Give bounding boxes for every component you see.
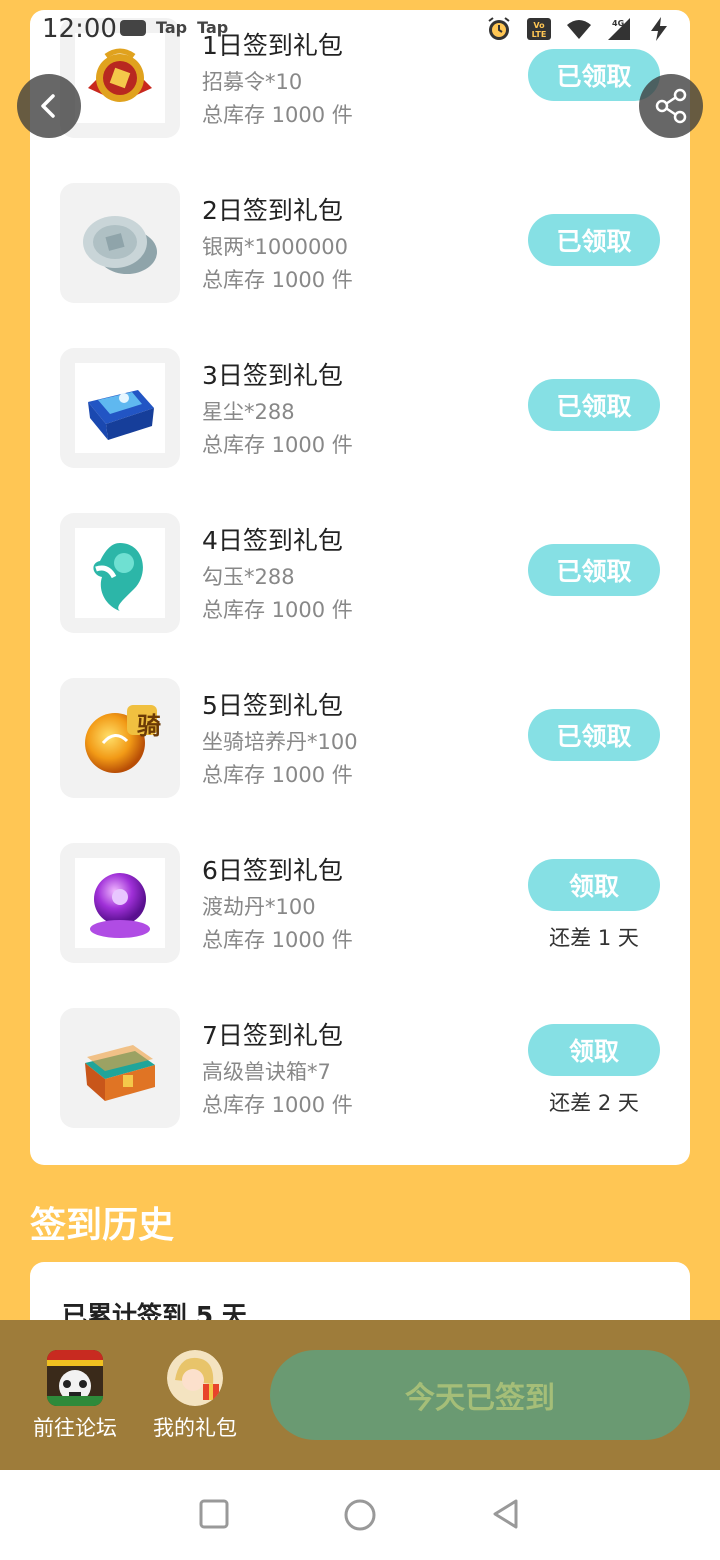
claimed-button[interactable]: 已领取 xyxy=(528,709,660,761)
gift-row: 4日签到礼包 勾玉*288 总库存 1000 件 已领取 xyxy=(30,488,690,653)
signed-in-button[interactable]: 今天已签到 xyxy=(270,1350,690,1440)
recent-apps-icon[interactable] xyxy=(198,1498,230,1530)
gift-row: 3日签到礼包 星尘*288 总库存 1000 件 已领取 xyxy=(30,323,690,488)
gift-stock: 总库存 1000 件 xyxy=(202,928,353,952)
claim-button[interactable]: 领取 xyxy=(528,859,660,911)
gift-stock: 总库存 1000 件 xyxy=(202,103,353,127)
gift-thumb xyxy=(60,843,180,963)
days-remaining: 还差 2 天 xyxy=(549,1091,639,1115)
mount-badge: 骑 xyxy=(137,712,161,740)
claim-button[interactable]: 领取 xyxy=(528,1024,660,1076)
chevron-left-icon xyxy=(41,94,55,118)
gift-title: 2日签到礼包 xyxy=(202,196,343,225)
gift-stock: 总库存 1000 件 xyxy=(202,598,353,622)
my-gifts-label: 我的礼包 xyxy=(153,1416,237,1440)
share-button[interactable] xyxy=(639,74,703,138)
gift-desc: 银两*1000000 xyxy=(202,235,349,259)
taptap-label-1: Tap xyxy=(156,18,188,37)
gift-desc: 招募令*10 xyxy=(202,70,303,94)
charging-icon xyxy=(651,17,667,41)
gift-title: 4日签到礼包 xyxy=(202,526,343,555)
back-button[interactable] xyxy=(17,74,81,138)
forum-game-icon xyxy=(47,1350,103,1406)
gift-thumb: 骑 xyxy=(60,678,180,798)
svg-text:LTE: LTE xyxy=(532,30,547,39)
treasure-chest-icon xyxy=(85,1045,155,1101)
forum-button[interactable]: 前往论坛 xyxy=(25,1350,125,1442)
gift-list-card: 1日签到礼包 招募令*10 总库存 1000 件 已领取 2日签到礼包 银两*1… xyxy=(30,10,690,1165)
gift-thumb xyxy=(60,1008,180,1128)
my-gifts-avatar-icon xyxy=(167,1350,223,1406)
status-system-icons: Vo LTE 4G xyxy=(486,16,672,42)
gift-thumb xyxy=(60,348,180,468)
gamepad-icon xyxy=(120,19,146,36)
bottom-action-bar: 前往论坛 我的礼包 今天已签到 xyxy=(0,1320,720,1470)
silver-coin-icon xyxy=(83,216,157,274)
volte-icon: VoLTE xyxy=(527,18,551,40)
alarm-icon xyxy=(488,17,510,40)
purple-orb-icon xyxy=(90,873,150,938)
gift-stock: 总库存 1000 件 xyxy=(202,433,353,457)
gift-row: 6日签到礼包 渡劫丹*100 总库存 1000 件 领取 还差 1 天 xyxy=(30,818,690,983)
gift-title: 3日签到礼包 xyxy=(202,361,343,390)
history-title: 签到历史 xyxy=(30,1205,175,1246)
svg-text:Vo: Vo xyxy=(533,21,545,30)
gift-stock: 总库存 1000 件 xyxy=(202,763,353,787)
signal-4g-icon: 4G xyxy=(608,18,630,40)
gift-title: 5日签到礼包 xyxy=(202,691,343,720)
stardust-chest-icon xyxy=(88,390,154,440)
taptap-label-2: Tap xyxy=(197,18,229,37)
gift-desc: 坐骑培养丹*100 xyxy=(202,730,358,754)
gift-row: 骑 5日签到礼包 坐骑培养丹*100 总库存 1000 件 已领取 xyxy=(30,653,690,818)
my-gifts-button[interactable]: 我的礼包 xyxy=(145,1350,245,1442)
gift-stock: 总库存 1000 件 xyxy=(202,1093,353,1117)
gift-title: 6日签到礼包 xyxy=(202,856,343,885)
claimed-button[interactable]: 已领取 xyxy=(528,214,660,266)
gift-thumb xyxy=(60,183,180,303)
gift-stock: 总库存 1000 件 xyxy=(202,268,353,292)
gift-desc: 高级兽诀箱*7 xyxy=(202,1060,331,1084)
days-remaining: 还差 1 天 xyxy=(549,926,639,950)
home-icon[interactable] xyxy=(343,1498,377,1532)
status-notification-icons: Tap Tap xyxy=(120,18,228,37)
forum-label: 前往论坛 xyxy=(33,1416,117,1440)
status-bar: 12:00 Tap Tap Vo LTE 4G xyxy=(0,0,720,60)
claimed-button[interactable]: 已领取 xyxy=(528,379,660,431)
gift-title: 7日签到礼包 xyxy=(202,1021,343,1050)
claimed-button[interactable]: 已领取 xyxy=(528,544,660,596)
svg-text:4G: 4G xyxy=(612,19,624,28)
magatama-icon xyxy=(93,543,143,611)
status-time: 12:00 xyxy=(42,14,117,44)
gift-row: 2日签到礼包 银两*1000000 总库存 1000 件 已领取 xyxy=(30,158,690,323)
back-nav-icon[interactable] xyxy=(490,1498,522,1530)
wifi-icon xyxy=(567,20,591,39)
gift-thumb xyxy=(60,513,180,633)
gift-desc: 勾玉*288 xyxy=(202,565,295,589)
gift-desc: 星尘*288 xyxy=(202,400,295,424)
system-nav-bar xyxy=(0,1470,720,1560)
gift-desc: 渡劫丹*100 xyxy=(202,895,316,919)
share-icon xyxy=(655,88,687,124)
gift-row: 7日签到礼包 高级兽诀箱*7 总库存 1000 件 领取 还差 2 天 xyxy=(30,983,690,1148)
